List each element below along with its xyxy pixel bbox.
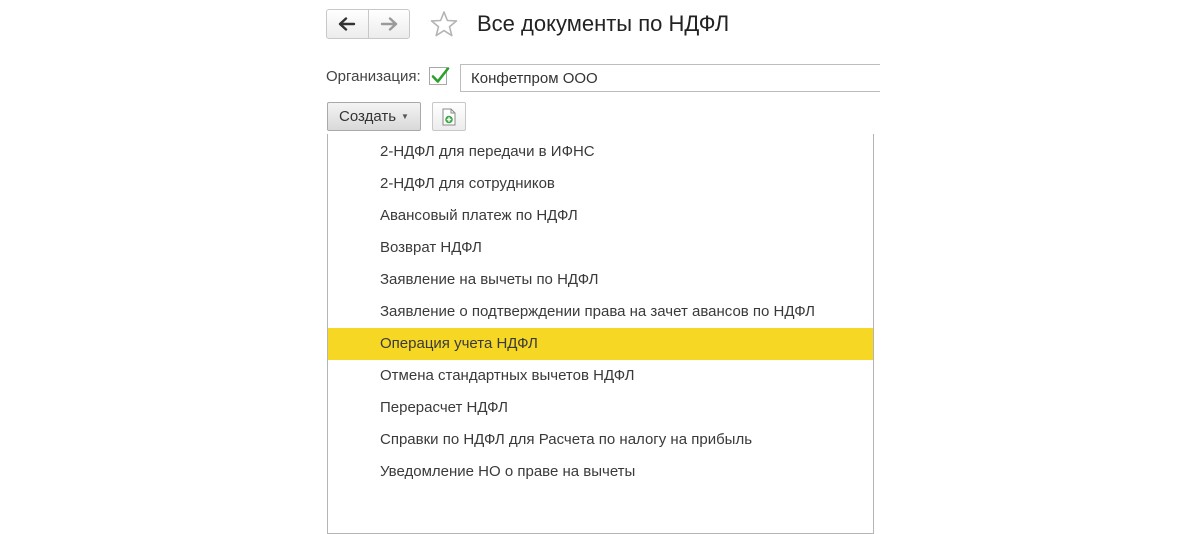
- organization-label: Организация:: [326, 68, 421, 85]
- menu-item[interactable]: 2-НДФЛ для сотрудников: [328, 168, 873, 200]
- create-document-button[interactable]: [432, 102, 466, 131]
- chevron-down-icon: ▼: [401, 112, 409, 121]
- menu-item[interactable]: Перерасчет НДФЛ: [328, 392, 873, 424]
- create-dropdown-menu: 2-НДФЛ для передачи в ИФНС 2-НДФЛ для со…: [327, 134, 874, 534]
- menu-item[interactable]: 2-НДФЛ для передачи в ИФНС: [328, 136, 873, 168]
- arrow-right-icon: [380, 17, 397, 31]
- menu-item[interactable]: Заявление на вычеты по НДФЛ: [328, 264, 873, 296]
- star-icon[interactable]: [430, 10, 458, 38]
- menu-item[interactable]: Отмена стандартных вычетов НДФЛ: [328, 360, 873, 392]
- menu-item-selected[interactable]: Операция учета НДФЛ: [328, 328, 873, 360]
- menu-item[interactable]: Возврат НДФЛ: [328, 232, 873, 264]
- create-button[interactable]: Создать ▼: [327, 102, 421, 131]
- menu-item[interactable]: Уведомление НО о праве на вычеты: [328, 456, 873, 488]
- document-add-icon: [442, 108, 456, 125]
- menu-item[interactable]: Справки по НДФЛ для Расчета по налогу на…: [328, 424, 873, 456]
- organization-checkbox[interactable]: [429, 67, 450, 85]
- menu-item[interactable]: Авансовый платеж по НДФЛ: [328, 200, 873, 232]
- create-button-label: Создать: [339, 108, 397, 125]
- checkmark-icon: [431, 67, 450, 83]
- organization-field[interactable]: Конфетпром ООО: [460, 64, 880, 92]
- arrow-left-icon: [339, 17, 356, 31]
- back-button[interactable]: [327, 10, 368, 38]
- navigation-buttons: [326, 9, 410, 39]
- forward-button[interactable]: [367, 10, 410, 38]
- page-title: Все документы по НДФЛ: [477, 11, 730, 36]
- menu-item[interactable]: Заявление о подтверждении права на зачет…: [328, 296, 873, 328]
